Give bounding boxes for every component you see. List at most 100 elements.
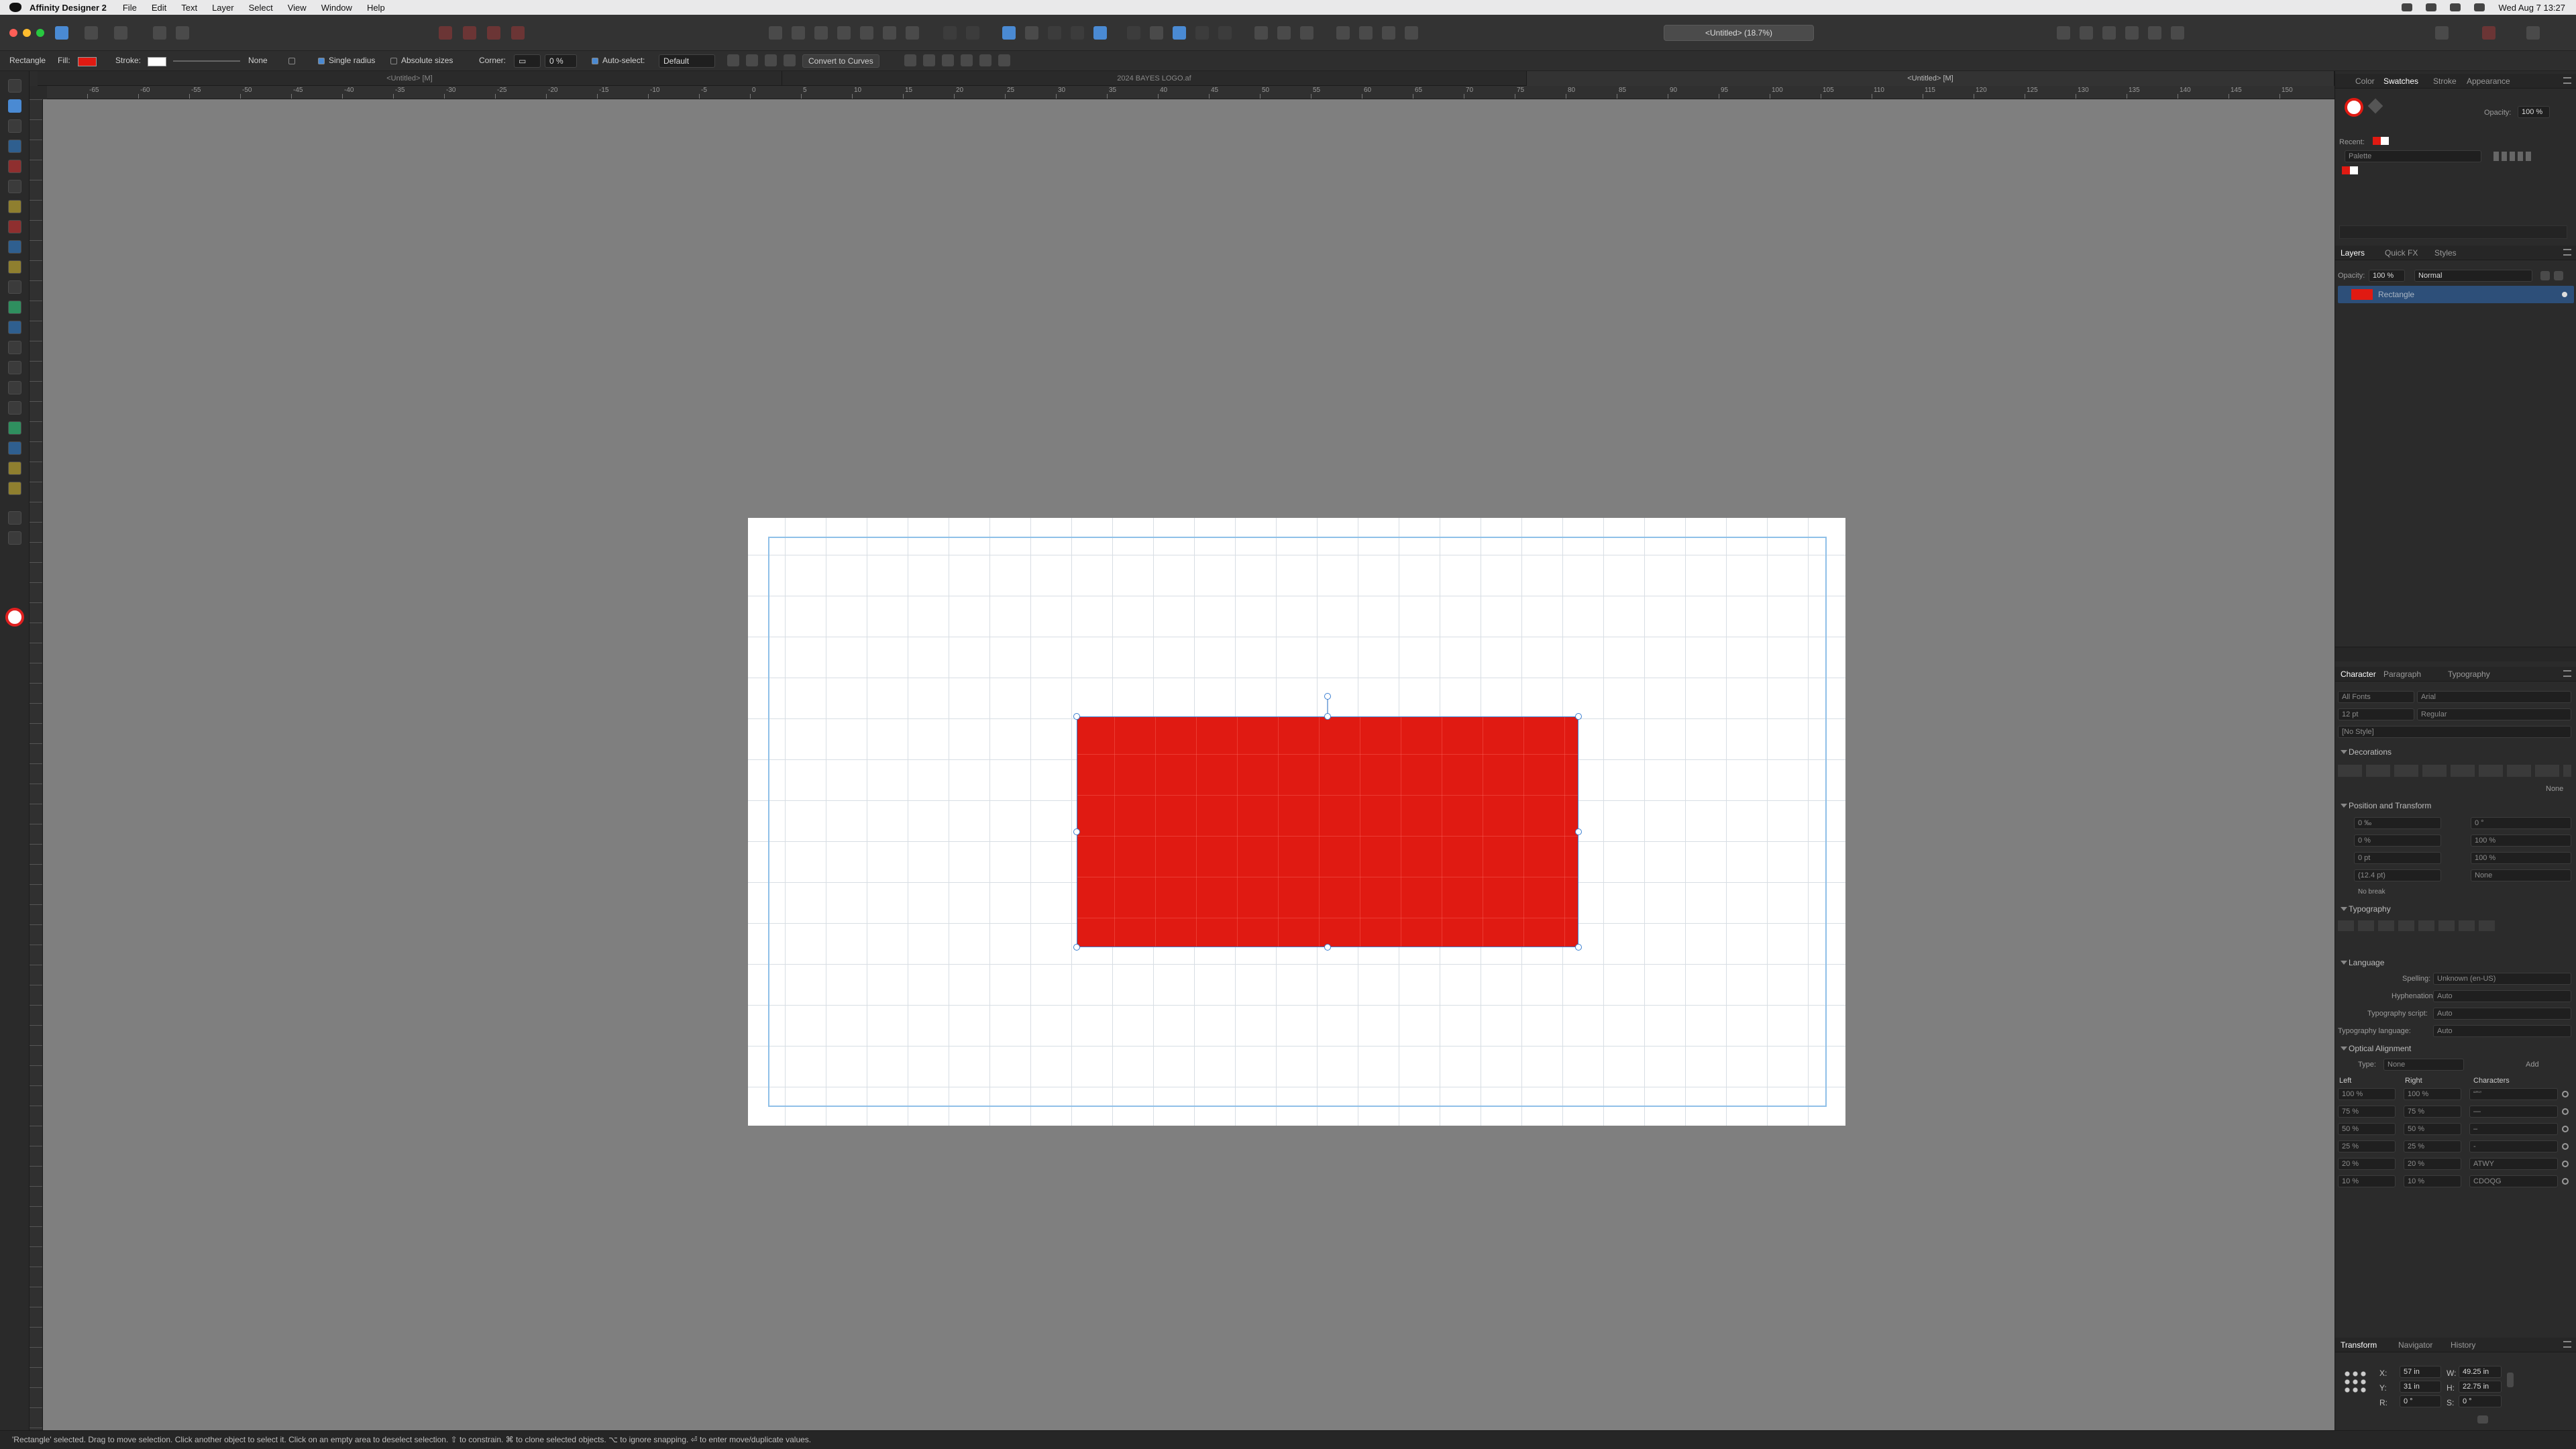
- text-style-field[interactable]: [No Style]: [2338, 726, 2571, 738]
- apple-icon[interactable]: [9, 3, 21, 12]
- node-tool-icon[interactable]: [8, 119, 21, 133]
- snapping-icon[interactable]: [439, 26, 452, 40]
- tab-history[interactable]: History: [2451, 1340, 2475, 1350]
- transform-x-field[interactable]: 57 in: [2400, 1366, 2441, 1378]
- ctx-align-1-icon[interactable]: [904, 54, 916, 66]
- optical-remove-icon[interactable]: [2562, 1126, 2569, 1132]
- measure-tool-icon[interactable]: [8, 482, 21, 495]
- tab-swatches[interactable]: Swatches: [2383, 76, 2418, 86]
- palette-dropdown[interactable]: Palette: [2345, 150, 2481, 162]
- rotation-handle[interactable]: [1324, 693, 1331, 700]
- vector-crop-tool-icon[interactable]: [8, 240, 21, 254]
- transform-h-field[interactable]: 22.75 in: [2459, 1381, 2502, 1393]
- color-panel-menu-icon[interactable]: [2563, 77, 2571, 84]
- resize-handle-right[interactable]: [1575, 828, 1582, 835]
- quick-fx-icon[interactable]: [1359, 26, 1373, 40]
- resize-handle-tl[interactable]: [1073, 713, 1080, 720]
- transform-options-icon[interactable]: [2477, 1415, 2488, 1424]
- zoom-window-button[interactable]: [36, 29, 44, 37]
- optical-left-field[interactable]: 10 %: [2338, 1175, 2396, 1187]
- view-mode-1-icon[interactable]: [2057, 26, 2070, 40]
- guides-icon[interactable]: [487, 26, 500, 40]
- convert-to-curves-button[interactable]: Convert to Curves: [802, 54, 879, 68]
- typography-section[interactable]: Typography: [2335, 903, 2576, 915]
- boolean-xor-icon[interactable]: [1195, 26, 1209, 40]
- export-persona-icon[interactable]: [114, 26, 127, 40]
- zoom-tool-icon[interactable]: [8, 511, 21, 525]
- boolean-subtract-icon[interactable]: [1150, 26, 1163, 40]
- menu-text[interactable]: Text: [181, 3, 197, 13]
- shape-tool-icon[interactable]: [8, 401, 21, 415]
- tab-stroke[interactable]: Stroke: [2433, 76, 2457, 86]
- recent-swatch-red[interactable]: [2373, 137, 2381, 145]
- tab-typography[interactable]: Typography: [2448, 669, 2490, 679]
- fill-stroke-chip-icon[interactable]: [5, 608, 24, 627]
- optical-remove-icon[interactable]: [2562, 1178, 2569, 1185]
- wifi-icon[interactable]: [2402, 3, 2413, 11]
- font-family-field[interactable]: Arial: [2417, 691, 2571, 703]
- stroke-swatch[interactable]: [148, 57, 166, 66]
- pen-tool-icon[interactable]: [8, 180, 21, 193]
- align-left-icon[interactable]: [769, 26, 782, 40]
- tab-appearance[interactable]: Appearance: [2467, 76, 2510, 86]
- optical-add-button[interactable]: Add: [2526, 1061, 2539, 1069]
- optical-remove-icon[interactable]: [2562, 1143, 2569, 1150]
- view-mode-6-icon[interactable]: [2171, 26, 2184, 40]
- align-middle-icon[interactable]: [860, 26, 873, 40]
- document-selector[interactable]: <Untitled> (18.7%): [1664, 25, 1814, 41]
- boolean-intersect-icon[interactable]: [1173, 26, 1186, 40]
- optical-left-field[interactable]: 25 %: [2338, 1140, 2396, 1152]
- minimize-window-button[interactable]: [23, 29, 31, 37]
- character-panel-menu-icon[interactable]: [2563, 670, 2571, 677]
- stroke-options-icon[interactable]: [288, 58, 295, 64]
- optical-remove-icon[interactable]: [2562, 1108, 2569, 1115]
- layer-row-rectangle[interactable]: Rectangle: [2338, 286, 2574, 303]
- tab-quick-fx[interactable]: Quick FX: [2385, 248, 2418, 258]
- insert-behind-icon[interactable]: [1254, 26, 1268, 40]
- ctx-align-2-icon[interactable]: [923, 54, 935, 66]
- palette-swatch-red[interactable]: [2342, 166, 2350, 174]
- resize-handle-bottom[interactable]: [1324, 944, 1331, 951]
- battery-icon[interactable]: [2426, 3, 2437, 11]
- vector-brush-tool-icon[interactable]: [8, 220, 21, 233]
- view-mode-5-icon[interactable]: [2148, 26, 2161, 40]
- stroke-width-slider[interactable]: [173, 60, 240, 62]
- baseline-field[interactable]: 0 %: [2354, 835, 2441, 847]
- artboard-tool-icon[interactable]: [8, 99, 21, 113]
- doc-tab-untitled-2[interactable]: <Untitled> [M]: [1527, 71, 2334, 86]
- layer-visibility-icon[interactable]: [2562, 292, 2567, 297]
- transform-mode-3-icon[interactable]: [765, 54, 777, 66]
- optical-chars-field[interactable]: —: [2469, 1106, 2558, 1118]
- move-tool-icon[interactable]: [8, 79, 21, 93]
- erase-tool-icon[interactable]: [8, 301, 21, 314]
- view-tool-icon[interactable]: [8, 531, 21, 545]
- optical-chars-field[interactable]: -: [2469, 1140, 2558, 1152]
- optical-right-field[interactable]: 20 %: [2404, 1158, 2461, 1170]
- align-bottom-icon[interactable]: [883, 26, 896, 40]
- layers-panel-menu-icon[interactable]: [2563, 249, 2571, 256]
- doc-tab-untitled-1[interactable]: <Untitled> [M]: [38, 71, 782, 86]
- typography-script-dropdown[interactable]: Auto: [2433, 1008, 2571, 1020]
- optical-left-field[interactable]: 100 %: [2338, 1088, 2396, 1100]
- menu-edit[interactable]: Edit: [152, 3, 166, 13]
- paint-brush-tool-icon[interactable]: [8, 260, 21, 274]
- crop-tool-icon[interactable]: [8, 341, 21, 354]
- align-right-icon[interactable]: [814, 26, 828, 40]
- flip-vertical-icon[interactable]: [1071, 26, 1084, 40]
- eyedropper-icon[interactable]: [2367, 98, 2383, 114]
- hyphenation-dropdown[interactable]: Auto: [2433, 990, 2571, 1002]
- app-menu[interactable]: Affinity Designer 2: [30, 3, 107, 13]
- optical-type-dropdown[interactable]: None: [2383, 1059, 2464, 1071]
- position-transform-section[interactable]: Position and Transform: [2335, 800, 2576, 812]
- color-picker-tool-icon[interactable]: [8, 462, 21, 475]
- optical-right-field[interactable]: 50 %: [2404, 1123, 2461, 1135]
- transform-y-field[interactable]: 31 in: [2400, 1381, 2441, 1393]
- menubar-clock[interactable]: Wed Aug 7 13:27: [2498, 3, 2565, 13]
- language-section[interactable]: Language: [2335, 957, 2576, 969]
- tab-layers[interactable]: Layers: [2341, 248, 2365, 258]
- tab-styles[interactable]: Styles: [2434, 248, 2457, 258]
- tab-color[interactable]: Color: [2355, 76, 2375, 86]
- horizontal-scale-field[interactable]: 100 %: [2471, 852, 2571, 864]
- optical-remove-icon[interactable]: [2562, 1161, 2569, 1167]
- transform-shear-field[interactable]: 0 °: [2459, 1395, 2502, 1407]
